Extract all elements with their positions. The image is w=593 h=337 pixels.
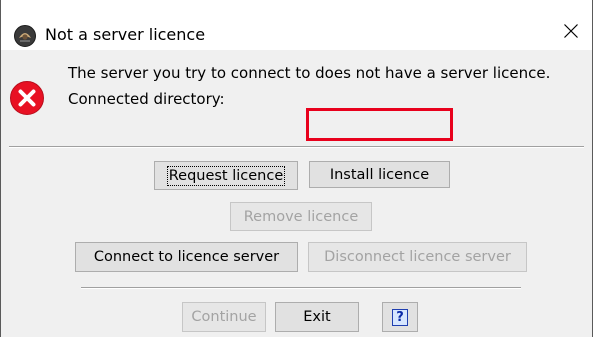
request-licence-button[interactable]: Request licence (154, 161, 298, 190)
help-icon: ? (392, 308, 408, 326)
dialog-content: The server you try to connect to does no… (1, 50, 592, 337)
close-icon (563, 23, 579, 43)
dialog-window: Not a server licence The server you try … (0, 0, 593, 337)
connect-licence-server-button[interactable]: Connect to licence server (75, 242, 298, 272)
app-logo-icon (13, 24, 37, 48)
connected-directory-label: Connected directory: (68, 90, 225, 108)
install-licence-highlight (306, 108, 453, 141)
window-title: Not a server licence (45, 25, 206, 44)
close-button[interactable] (550, 16, 592, 50)
title-bar: Not a server licence (1, 0, 592, 50)
separator-bottom (81, 287, 521, 289)
continue-button[interactable]: Continue (182, 302, 266, 332)
exit-button[interactable]: Exit (275, 302, 359, 332)
install-licence-button[interactable]: Install licence (309, 161, 450, 188)
message-text: The server you try to connect to does no… (68, 64, 551, 82)
disconnect-licence-server-button[interactable]: Disconnect licence server (308, 242, 527, 272)
separator (9, 146, 584, 148)
help-button[interactable]: ? (382, 302, 418, 332)
remove-licence-button[interactable]: Remove licence (230, 202, 372, 231)
error-icon (9, 80, 45, 116)
